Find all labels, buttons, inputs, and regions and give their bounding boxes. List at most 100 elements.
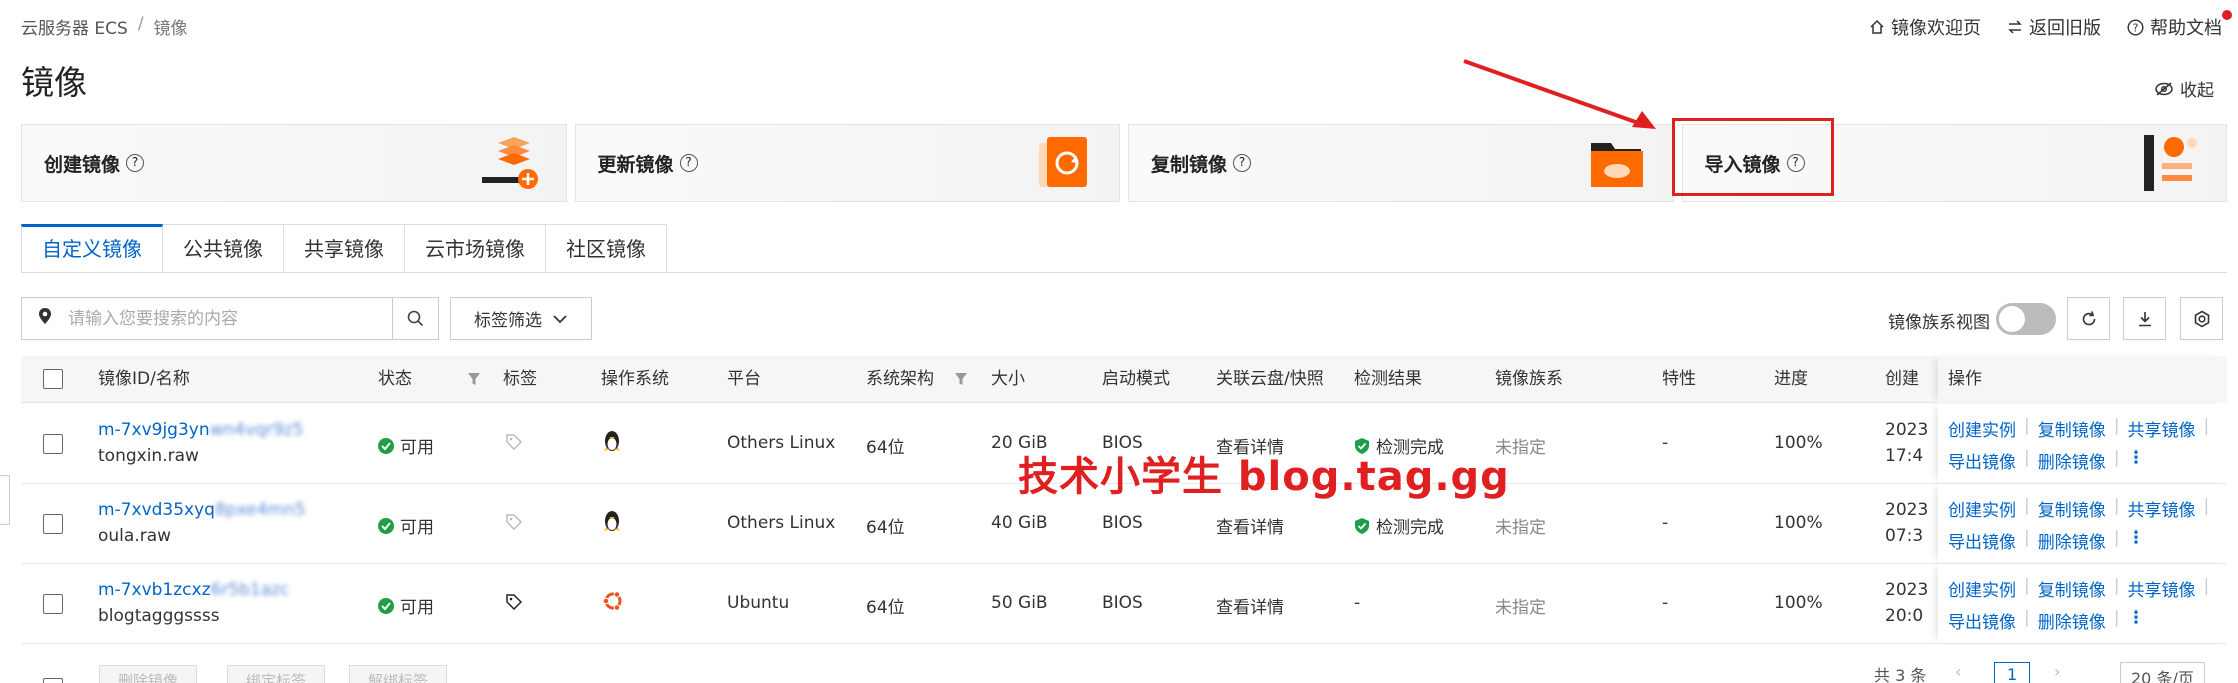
copy-image-link[interactable]: 复制镜像 [2038, 496, 2106, 521]
question-icon[interactable]: ? [1233, 154, 1252, 172]
tab-divider [21, 272, 2227, 273]
select-all-checkbox[interactable] [43, 369, 63, 389]
image-id: m-7xv9jg3yn [98, 420, 210, 440]
top-links: 镜像欢迎页 返回旧版 ? 帮助文档 [1869, 10, 2232, 40]
tab-shared[interactable]: 共享镜像 [284, 224, 405, 273]
family-view-toggle[interactable] [1996, 303, 2056, 335]
welcome-link[interactable]: 镜像欢迎页 [1869, 14, 1981, 40]
export-image-link[interactable]: 导出镜像 [1948, 448, 2016, 473]
collapse-button[interactable]: 收起 [2154, 76, 2214, 101]
col-progress: 进度 [1774, 369, 1808, 389]
search-icon [407, 310, 424, 327]
image-id: m-7xvd35xyq [98, 500, 215, 520]
status-badge: 可用 [378, 593, 434, 618]
image-id-link[interactable]: m-7xvb1zcxz6r5b1azc [98, 580, 289, 600]
row-ops: 创建实例 | 复制镜像 | 共享镜像 | 导出镜像 | 删除镜像 | ⋮ [1938, 564, 2227, 643]
page-size-select[interactable]: 20 条/页 [2120, 662, 2205, 683]
row-checkbox[interactable] [43, 434, 63, 454]
home-icon [1870, 19, 1884, 34]
tag-icon[interactable] [506, 514, 522, 530]
more-icon[interactable]: ⋮ [2127, 528, 2144, 553]
collapse-label: 收起 [2180, 81, 2214, 101]
copy-image-link[interactable]: 复制镜像 [2038, 576, 2106, 601]
tab-community[interactable]: 社区镜像 [546, 224, 667, 273]
card-label: 更新镜像 [597, 153, 674, 176]
old-version-label: 返回旧版 [2029, 18, 2101, 39]
col-disk: 关联云盘/快照 [1216, 369, 1324, 389]
export-image-link[interactable]: 导出镜像 [1948, 528, 2016, 553]
tab-public[interactable]: 公共镜像 [163, 224, 284, 273]
image-id-link[interactable]: m-7xv9jg3ynwn4vqr9z5 [98, 420, 304, 440]
card-create-image[interactable]: 创建镜像? [21, 124, 567, 202]
unbind-tag-button[interactable]: 解绑标签 [349, 665, 448, 683]
share-image-link[interactable]: 共享镜像 [2127, 416, 2195, 441]
help-link[interactable]: ? 帮助文档 [2127, 10, 2232, 40]
refresh-button[interactable] [2067, 297, 2110, 340]
tag-filter-dropdown[interactable]: 标签筛选 [450, 297, 592, 340]
check-text: 检测完成 [1376, 518, 1444, 538]
created-date: 2023 [1885, 420, 1929, 440]
col-status: 状态 [378, 369, 412, 389]
row-checkbox[interactable] [43, 594, 63, 614]
image-name: blogtagggssss [98, 606, 220, 626]
share-image-link[interactable]: 共享镜像 [2127, 496, 2195, 521]
platform: Ubuntu [727, 593, 790, 613]
check-text: - [1354, 593, 1361, 613]
breadcrumb-root[interactable]: 云服务器 ECS [21, 14, 128, 39]
side-collapse-handle[interactable] [0, 475, 10, 525]
next-page-button[interactable]: › [2054, 662, 2060, 681]
tag-icon[interactable] [506, 434, 522, 450]
settings-button[interactable] [2180, 297, 2223, 340]
more-icon[interactable]: ⋮ [2127, 608, 2144, 633]
gear-icon [2194, 310, 2209, 327]
table-header: 镜像ID/名称 状态 标签 操作系统 平台 系统架构 大小 启动模式 关联云盘/… [21, 356, 2227, 403]
card-update-image[interactable]: 更新镜像? [574, 124, 1120, 202]
col-platform: 平台 [727, 369, 761, 389]
created-date: 2023 [1885, 500, 1929, 520]
old-version-link[interactable]: 返回旧版 [2007, 14, 2101, 40]
view-details-link[interactable]: 查看详情 [1216, 593, 1284, 618]
annotation-arrow-icon [1463, 59, 1656, 129]
arch: 64位 [866, 438, 905, 458]
create-image-icon [481, 137, 538, 189]
filter-icon[interactable] [954, 372, 968, 386]
footer-select-all-checkbox[interactable] [43, 678, 63, 683]
created-time: 07:3 [1885, 526, 1924, 546]
create-instance-link[interactable]: 创建实例 [1948, 576, 2016, 601]
row-checkbox[interactable] [43, 514, 63, 534]
delete-image-link[interactable]: 删除镜像 [2038, 608, 2106, 633]
page-1-button[interactable]: 1 [1994, 662, 2031, 683]
question-icon[interactable]: ? [126, 154, 145, 172]
image-id-link[interactable]: m-7xvd35xyq8pxe4mn5 [98, 500, 306, 520]
bulk-delete-button[interactable]: 删除镜像 [99, 665, 198, 683]
create-instance-link[interactable]: 创建实例 [1948, 416, 2016, 441]
created-time: 17:4 [1885, 446, 1924, 466]
location-pin-icon[interactable] [22, 307, 68, 330]
arch: 64位 [866, 518, 905, 538]
image-id: m-7xvb1zcxz [98, 580, 211, 600]
create-instance-link[interactable]: 创建实例 [1948, 496, 2016, 521]
card-copy-image[interactable]: 复制镜像? [1128, 124, 1674, 202]
download-button[interactable] [2123, 297, 2166, 340]
filter-icon[interactable] [467, 372, 481, 386]
share-image-link[interactable]: 共享镜像 [2127, 576, 2195, 601]
view-details-link[interactable]: 查看详情 [1216, 513, 1284, 538]
feature: - [1662, 593, 1669, 613]
search-input[interactable] [68, 298, 392, 339]
tab-custom[interactable]: 自定义镜像 [21, 224, 163, 273]
prev-page-button[interactable]: ‹ [1955, 662, 1961, 681]
more-icon[interactable]: ⋮ [2127, 448, 2144, 473]
search-button[interactable] [392, 298, 438, 339]
export-image-link[interactable]: 导出镜像 [1948, 608, 2016, 633]
col-arch: 系统架构 [866, 369, 934, 389]
image-id-blurred: wn4vqr9z5 [209, 420, 304, 440]
action-cards: 创建镜像? 更新镜像? 复制镜像? 导入镜像? [21, 124, 2227, 202]
copy-image-link[interactable]: 复制镜像 [2038, 416, 2106, 441]
bind-tag-button[interactable]: 绑定标签 [227, 665, 326, 683]
feature: - [1662, 513, 1669, 533]
tag-icon[interactable] [506, 594, 522, 610]
delete-image-link[interactable]: 删除镜像 [2038, 448, 2106, 473]
question-icon[interactable]: ? [679, 154, 698, 172]
delete-image-link[interactable]: 删除镜像 [2038, 528, 2106, 553]
tab-marketplace[interactable]: 云市场镜像 [405, 224, 546, 273]
